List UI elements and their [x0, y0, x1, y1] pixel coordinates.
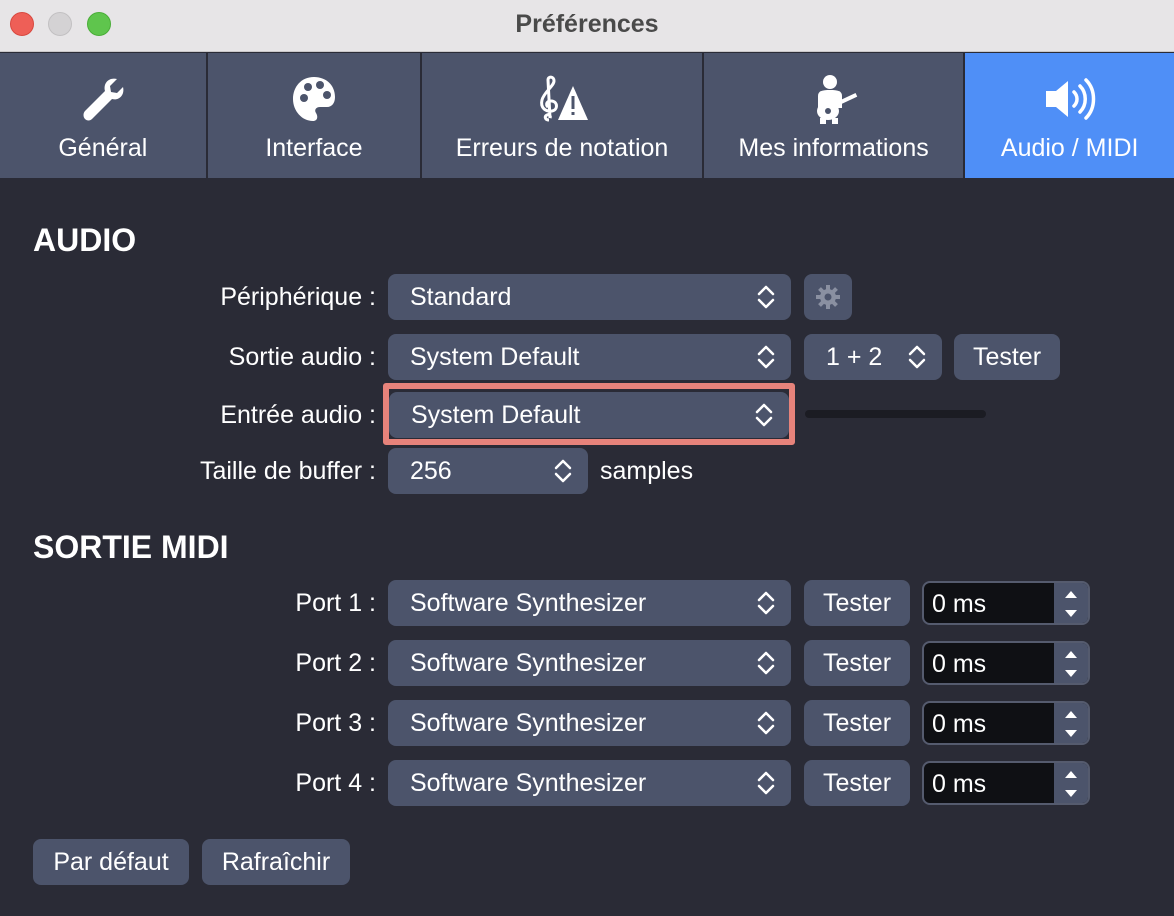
- output-channels-select[interactable]: 1 + 2: [804, 334, 942, 380]
- guitar-player-icon: [704, 73, 964, 125]
- reset-defaults-button[interactable]: Par défaut: [33, 839, 189, 885]
- port-1-test-button[interactable]: Tester: [804, 580, 910, 626]
- gear-icon: [816, 285, 840, 309]
- updown-chevron-icon: [757, 591, 775, 615]
- tab-notation-errors-label: Erreurs de notation: [455, 134, 669, 162]
- latency-value: 0 ms: [932, 650, 987, 678]
- port-1-latency-stepper[interactable]: 0 ms: [922, 581, 1090, 625]
- tab-my-information-label: Mes informations: [738, 134, 929, 162]
- audio-input-label: Entrée audio :: [220, 401, 376, 429]
- audio-section-heading: AUDIO: [33, 222, 137, 258]
- port-2-select[interactable]: Software Synthesizer: [388, 640, 791, 686]
- updown-chevron-icon: [757, 651, 775, 675]
- audio-output-test-button[interactable]: Tester: [954, 334, 1060, 380]
- updown-chevron-icon: [755, 403, 773, 427]
- tab-audio-midi-label: Audio / MIDI: [1000, 134, 1139, 162]
- audio-output-select-value: System Default: [410, 343, 580, 371]
- port-4-select[interactable]: Software Synthesizer: [388, 760, 791, 806]
- stepper-arrows[interactable]: [1054, 703, 1088, 743]
- device-select[interactable]: Standard: [388, 274, 791, 320]
- device-settings-button[interactable]: [804, 274, 852, 320]
- port-label: Port 2 :: [295, 649, 376, 677]
- tab-my-information[interactable]: Mes informations: [703, 53, 964, 178]
- port-3-select[interactable]: Software Synthesizer: [388, 700, 791, 746]
- output-channels-value: 1 + 2: [826, 343, 883, 371]
- arrow-down-icon[interactable]: [1063, 609, 1079, 619]
- updown-chevron-icon: [757, 711, 775, 735]
- stepper-arrows[interactable]: [1054, 583, 1088, 623]
- device-select-value: Standard: [410, 283, 512, 311]
- updown-chevron-icon: [908, 345, 926, 369]
- window-title: Préférences: [515, 10, 659, 38]
- title-bar: Préférences: [0, 0, 1174, 52]
- latency-value: 0 ms: [932, 590, 987, 618]
- buffer-size-value: 256: [410, 457, 452, 485]
- stepper-arrows[interactable]: [1054, 643, 1088, 683]
- port-select-value: Software Synthesizer: [410, 649, 647, 677]
- audio-output-select[interactable]: System Default: [388, 334, 791, 380]
- arrow-down-icon[interactable]: [1063, 669, 1079, 679]
- arrow-up-icon[interactable]: [1063, 709, 1079, 719]
- port-2-test-button[interactable]: Tester: [804, 640, 910, 686]
- port-4-latency-stepper[interactable]: 0 ms: [922, 761, 1090, 805]
- latency-value: 0 ms: [932, 710, 987, 738]
- wrench-icon: [0, 73, 206, 125]
- tab-notation-errors[interactable]: Erreurs de notation: [422, 53, 702, 178]
- latency-value: 0 ms: [932, 770, 987, 798]
- updown-chevron-icon: [554, 459, 572, 483]
- midi-output-section-heading: SORTIE MIDI: [33, 529, 229, 565]
- stepper-arrows[interactable]: [1054, 763, 1088, 803]
- updown-chevron-icon: [757, 345, 775, 369]
- arrow-up-icon[interactable]: [1063, 589, 1079, 599]
- arrow-up-icon[interactable]: [1063, 649, 1079, 659]
- tab-interface-label: Interface: [265, 134, 363, 162]
- device-label: Périphérique :: [220, 283, 376, 311]
- tab-general-label: Général: [58, 134, 148, 162]
- port-3-latency-stepper[interactable]: 0 ms: [922, 701, 1090, 745]
- refresh-button[interactable]: Rafraîchir: [202, 839, 350, 885]
- port-3-test-button[interactable]: Tester: [804, 700, 910, 746]
- audio-input-select[interactable]: System Default: [389, 392, 789, 438]
- port-label: Port 1 :: [295, 589, 376, 617]
- buffer-size-select[interactable]: 256: [388, 448, 588, 494]
- input-level-meter: [805, 410, 986, 418]
- tab-audio-midi[interactable]: Audio / MIDI: [965, 53, 1174, 178]
- tab-interface[interactable]: Interface: [207, 53, 421, 178]
- arrow-down-icon[interactable]: [1063, 729, 1079, 739]
- port-label: Port 3 :: [295, 709, 376, 737]
- updown-chevron-icon: [757, 285, 775, 309]
- port-select-value: Software Synthesizer: [410, 709, 647, 737]
- port-select-value: Software Synthesizer: [410, 769, 647, 797]
- palette-icon: [208, 73, 421, 125]
- tab-general[interactable]: Général: [0, 53, 206, 178]
- buffer-size-label: Taille de buffer :: [199, 457, 376, 485]
- port-4-test-button[interactable]: Tester: [804, 760, 910, 806]
- arrow-up-icon[interactable]: [1063, 769, 1079, 779]
- updown-chevron-icon: [757, 771, 775, 795]
- audio-input-select-value: System Default: [411, 401, 581, 429]
- arrow-down-icon[interactable]: [1063, 789, 1079, 799]
- port-label: Port 4 :: [295, 769, 376, 797]
- speaker-icon: [965, 73, 1174, 125]
- port-1-select[interactable]: Software Synthesizer: [388, 580, 791, 626]
- port-select-value: Software Synthesizer: [410, 589, 647, 617]
- treble-clef-warning-icon: [422, 73, 702, 125]
- audio-output-label: Sortie audio :: [228, 343, 376, 371]
- port-2-latency-stepper[interactable]: 0 ms: [922, 641, 1090, 685]
- buffer-units-label: samples: [600, 457, 694, 485]
- preferences-tab-bar: Général Interface Erreurs de notation Me…: [0, 53, 1174, 178]
